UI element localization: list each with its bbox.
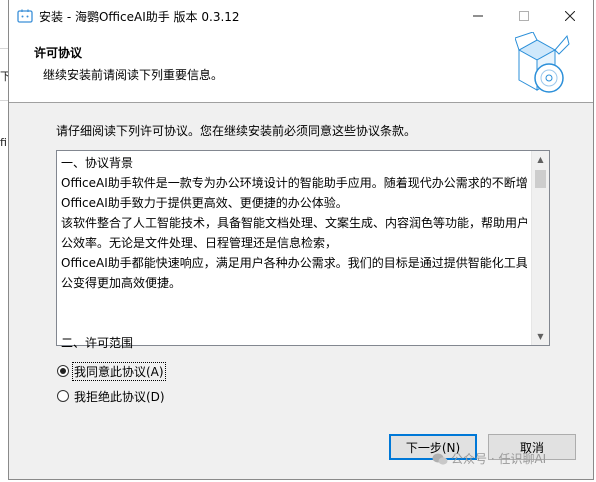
- wechat-icon: [432, 453, 448, 465]
- close-button[interactable]: [547, 0, 593, 32]
- license-line: 该软件整合了人工智能技术，具备智能文档处理、文案生成、内容润色等功能，帮助用户提…: [61, 216, 527, 230]
- title-bar[interactable]: 安装 - 海鹦OfficeAI助手 版本 0.3.12: [9, 0, 593, 32]
- license-text: 一、协议背景 OfficeAI助手软件是一款专为办公环境设计的智能助手应用。随着现…: [61, 153, 527, 353]
- page-subtitle: 继续安装前请阅读下列重要信息。: [43, 68, 224, 82]
- accept-license-label: 我同意此协议(A): [72, 361, 166, 381]
- close-icon: [565, 11, 575, 21]
- license-line: OfficeAI助手软件是一款专为办公环境设计的智能助手应用。随着现代办公需求的…: [61, 176, 527, 190]
- background-text: fi: [0, 136, 7, 149]
- decline-license-label: 我拒绝此协议(D): [74, 389, 165, 404]
- license-intro-text: 请仔细阅读下列许可协议。您在继续安装前必须同意这些协议条款。: [56, 124, 417, 138]
- background-divider: [0, 100, 8, 101]
- minimize-icon: [473, 15, 483, 17]
- scroll-down-arrow-icon: ▼: [537, 332, 544, 341]
- radio-circle: [57, 365, 69, 377]
- background-window: 下 fi: [0, 0, 11, 482]
- scroll-down-button[interactable]: ▼: [532, 328, 549, 345]
- page-title: 许可协议: [34, 46, 83, 60]
- installer-app-icon: [17, 9, 33, 23]
- background-divider: [0, 48, 8, 49]
- accept-license-radio[interactable]: 我同意此协议(A): [57, 361, 166, 381]
- license-line: [61, 293, 527, 313]
- maximize-icon: [519, 11, 529, 21]
- minimize-button[interactable]: [455, 0, 501, 32]
- window-title: 安装 - 海鹦OfficeAI助手 版本 0.3.12: [39, 10, 240, 24]
- watermark-text: 公众号 · 任识聊AI: [451, 452, 547, 466]
- license-scrollbar[interactable]: ▲ ▼: [531, 151, 549, 345]
- license-line: 公变得更加高效便捷。: [61, 276, 182, 290]
- radio-selected-dot: [60, 368, 66, 374]
- license-line: 二、许可范围: [61, 336, 134, 350]
- maximize-button[interactable]: [501, 0, 547, 32]
- watermark: 公众号 · 任识聊AI: [432, 450, 546, 467]
- license-line: 公效率。无论是文件处理、日程管理还是信息检索，: [61, 236, 338, 250]
- license-line: [61, 313, 527, 333]
- scroll-thumb[interactable]: [535, 170, 546, 188]
- scroll-up-button[interactable]: ▲: [532, 151, 549, 168]
- wizard-header: 许可协议 继续安装前请阅读下列重要信息。: [9, 32, 593, 103]
- scroll-up-arrow-icon: ▲: [537, 155, 544, 164]
- installer-dialog: 安装 - 海鹦OfficeAI助手 版本 0.3.12 许可协议 继续安装前请阅…: [8, 0, 594, 480]
- install-box-cd-icon: [515, 32, 570, 93]
- license-text-box[interactable]: 一、协议背景 OfficeAI助手软件是一款专为办公环境设计的智能助手应用。随着现…: [56, 150, 550, 350]
- license-line: OfficeAI助手致力于提供更高效、更便捷的办公体验。: [61, 196, 348, 210]
- decline-license-radio[interactable]: 我拒绝此协议(D): [57, 387, 166, 405]
- license-line: 一、协议背景: [61, 156, 134, 170]
- license-line: OfficeAI助手都能快速响应，满足用户各种办公需求。我们的目标是通过提供智能…: [61, 256, 527, 270]
- radio-circle: [57, 390, 69, 402]
